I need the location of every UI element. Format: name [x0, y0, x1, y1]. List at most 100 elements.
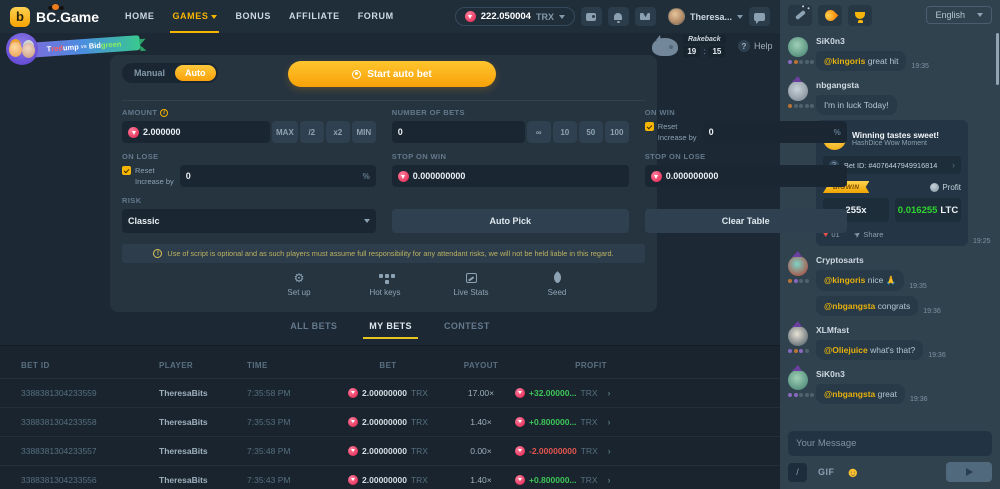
on-lose-label: ON LOSE [122, 152, 376, 161]
send-message-button[interactable] [946, 462, 992, 482]
message-time: 19:36 [910, 396, 928, 404]
manual-tab[interactable]: Manual [124, 65, 175, 81]
chat-message: Cryptosarts @kingoris nice 🙏 19:35 @nbga… [788, 255, 992, 316]
language-selector[interactable]: English [926, 6, 992, 24]
auto-tab[interactable]: Auto [175, 65, 216, 81]
wallet-button[interactable] [581, 7, 602, 26]
trx-coin-icon [515, 417, 525, 427]
mention[interactable]: @nbgangsta [824, 301, 875, 311]
nav-item-forum[interactable]: FORUM [358, 0, 394, 33]
avatar[interactable] [788, 256, 808, 276]
chat-wand-button[interactable] [788, 5, 812, 26]
info-icon[interactable] [160, 109, 168, 117]
setup-button[interactable]: Set up [270, 271, 328, 297]
message-time: 19:35 [909, 283, 927, 291]
avatar[interactable] [788, 370, 808, 390]
chevron-right-icon[interactable] [608, 446, 611, 456]
mention[interactable]: @kingoris [824, 56, 865, 66]
bets-infinite-button[interactable]: ∞ [527, 121, 551, 143]
help-button[interactable]: Help [738, 40, 773, 52]
bets-50-button[interactable]: 50 [579, 121, 603, 143]
nav-item-affiliate[interactable]: AFFILIATE [289, 0, 340, 33]
chevron-right-icon [952, 160, 955, 170]
messages-button[interactable] [635, 7, 656, 26]
on-lose-field: ON LOSE Reset Increase by % [122, 152, 376, 187]
col-profit: PROFIT [575, 361, 607, 370]
amount-label: AMOUNT [122, 108, 157, 117]
emoji-button[interactable] [846, 465, 861, 479]
mention[interactable]: @kingoris [824, 275, 865, 285]
col-time: TIME [247, 361, 329, 370]
nav-item-games[interactable]: GAMES [172, 0, 217, 33]
number-of-bets-input[interactable] [398, 127, 519, 137]
stop-on-lose-input[interactable] [666, 171, 841, 181]
live-stats-button[interactable]: Live Stats [442, 271, 500, 297]
chevron-right-icon[interactable] [608, 388, 611, 398]
clear-table-button[interactable]: Clear Table [645, 209, 847, 233]
balance-currency: TRX [536, 12, 554, 22]
tab-my-bets[interactable]: MY BETS [369, 321, 412, 339]
username: Theresa... [690, 12, 732, 22]
chevron-right-icon[interactable] [608, 475, 611, 485]
divider [122, 100, 645, 101]
mention[interactable]: @nbgangsta [824, 389, 875, 399]
chat-contest-button[interactable] [848, 5, 872, 26]
chat-username[interactable]: Cryptosarts [816, 255, 992, 265]
table-row[interactable]: 3388381304233559 TheresaBits 7:35:58 PM … [0, 378, 780, 407]
amount-max-button[interactable]: MAX [272, 121, 298, 143]
increase-by-label: Increase by [658, 133, 697, 143]
chat-username[interactable]: SiK0n3 [816, 36, 992, 46]
bets-100-button[interactable]: 100 [605, 121, 629, 143]
amount-input[interactable] [143, 127, 264, 137]
chat-username[interactable]: XLMfast [816, 325, 992, 335]
seed-button[interactable]: Seed [528, 271, 586, 297]
gif-button[interactable]: GIF [818, 467, 835, 477]
notifications-button[interactable] [608, 7, 629, 26]
chat-username[interactable]: nbgangsta [816, 80, 992, 90]
on-win-increase-input[interactable] [709, 127, 830, 137]
chat-username[interactable]: SiK0n3 [816, 369, 992, 379]
user-menu[interactable]: Theresa... [668, 8, 743, 25]
user-medals [788, 393, 814, 397]
table-row[interactable]: 3388381304233556 TheresaBits 7:35:43 PM … [0, 465, 780, 489]
amount-double-button[interactable]: x2 [326, 121, 350, 143]
rakeback-widget[interactable]: Rakeback 19 : 15 [652, 35, 726, 57]
chat-toggle-button[interactable] [749, 7, 770, 26]
table-row[interactable]: 3388381304233558 TheresaBits 7:35:53 PM … [0, 407, 780, 436]
on-lose-reset-checkbox[interactable] [122, 166, 131, 175]
mention[interactable]: @Oliejuice [824, 345, 868, 355]
tab-contest[interactable]: CONTEST [444, 321, 490, 339]
trx-coin-icon [348, 417, 358, 427]
chat-bubble: @kingoris nice 🙏 [816, 270, 904, 291]
avatar[interactable] [788, 326, 808, 346]
table-row[interactable]: 3388381304233557 TheresaBits 7:35:48 PM … [0, 436, 780, 465]
start-auto-bet-button[interactable]: Start auto bet [288, 61, 496, 87]
avatar[interactable] [788, 81, 808, 101]
chat-message-input[interactable] [796, 438, 984, 449]
logo[interactable]: b BC.Game [10, 7, 99, 27]
promo-banner[interactable]: Tredump vs Bidgreen [6, 33, 146, 67]
page-scrollbar[interactable] [996, 33, 999, 85]
message-time: 19:25 [973, 238, 991, 246]
chat-fireball-button[interactable] [818, 5, 842, 26]
amount-min-button[interactable]: MIN [352, 121, 376, 143]
auto-pick-button[interactable]: Auto Pick [392, 209, 629, 233]
autobet-panel: Manual Auto Start auto bet AMOUNT [110, 55, 657, 312]
col-bet-id: BET ID [21, 361, 159, 370]
stop-on-win-input[interactable] [413, 171, 623, 181]
chevron-right-icon[interactable] [608, 417, 611, 427]
tab-all-bets[interactable]: ALL BETS [290, 321, 337, 339]
amount-half-button[interactable]: /2 [300, 121, 324, 143]
bets-10-button[interactable]: 10 [553, 121, 577, 143]
on-lose-increase-input[interactable] [186, 171, 359, 181]
avatar[interactable] [788, 37, 808, 57]
nav-item-bonus[interactable]: BONUS [235, 0, 271, 33]
nav-item-home[interactable]: HOME [125, 0, 154, 33]
on-win-reset-checkbox[interactable] [645, 122, 654, 131]
slash-commands-button[interactable]: / [788, 463, 807, 482]
share-button[interactable]: Share [854, 230, 884, 239]
balance-selector[interactable]: 222.050004 TRX [455, 7, 575, 26]
risk-select[interactable]: Classic [122, 209, 376, 233]
stop-on-win-label: STOP ON WIN [392, 152, 629, 161]
hotkeys-button[interactable]: Hot keys [356, 271, 414, 297]
